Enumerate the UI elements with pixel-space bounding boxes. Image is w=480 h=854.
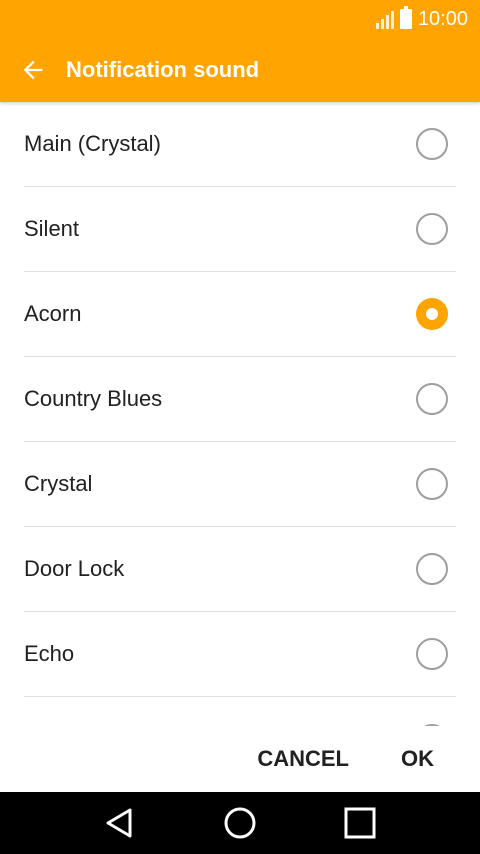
radio-button[interactable] xyxy=(416,638,448,670)
list-item-label: Country Blues xyxy=(24,386,163,411)
back-triangle-icon xyxy=(106,808,132,838)
nav-back-button[interactable] xyxy=(90,792,150,854)
recents-square-icon xyxy=(344,807,376,839)
list-item[interactable]: Silent xyxy=(24,187,456,272)
list-item[interactable]: Echo xyxy=(24,612,456,697)
dialog-footer: CANCEL OK xyxy=(0,726,480,792)
radio-button[interactable] xyxy=(416,383,448,415)
radio-button[interactable] xyxy=(416,213,448,245)
list-item-label: Main (Crystal) xyxy=(24,131,161,156)
list-item-label: Door Lock xyxy=(24,556,125,581)
ok-button[interactable]: OK xyxy=(385,736,450,782)
status-clock: 10:00 xyxy=(417,7,468,30)
app-bar: Notification sound xyxy=(0,38,480,102)
nav-home-button[interactable] xyxy=(210,792,270,854)
list-item-label: Silent xyxy=(24,216,80,241)
list-item-label: Echo xyxy=(24,641,75,666)
list-item-label: Crystal xyxy=(24,471,93,496)
list-item[interactable]: Country Blues xyxy=(24,357,456,442)
signal-icon xyxy=(375,9,394,29)
status-bar: 10:00 xyxy=(0,0,480,38)
list-item[interactable]: Main (Crystal) xyxy=(24,102,456,187)
back-button[interactable] xyxy=(0,38,66,102)
navigation-bar xyxy=(0,792,480,854)
radio-button-selected[interactable] xyxy=(416,298,448,330)
list-item[interactable]: Acorn xyxy=(24,272,456,357)
radio-button[interactable] xyxy=(416,468,448,500)
list-item[interactable] xyxy=(24,697,456,726)
nav-recents-button[interactable] xyxy=(330,792,390,854)
list-item[interactable]: Crystal xyxy=(24,442,456,527)
list-item[interactable]: Door Lock xyxy=(24,527,456,612)
list-item-label: Acorn xyxy=(24,301,82,326)
back-arrow-icon xyxy=(23,60,43,80)
radio-button[interactable] xyxy=(416,128,448,160)
sound-list[interactable]: Main (Crystal) Silent Acorn Country Blue… xyxy=(0,102,480,726)
cancel-button[interactable]: CANCEL xyxy=(241,736,365,782)
radio-button[interactable] xyxy=(416,553,448,585)
battery-icon xyxy=(399,6,412,29)
home-circle-icon xyxy=(224,807,256,839)
page-title: Notification sound xyxy=(66,57,260,82)
